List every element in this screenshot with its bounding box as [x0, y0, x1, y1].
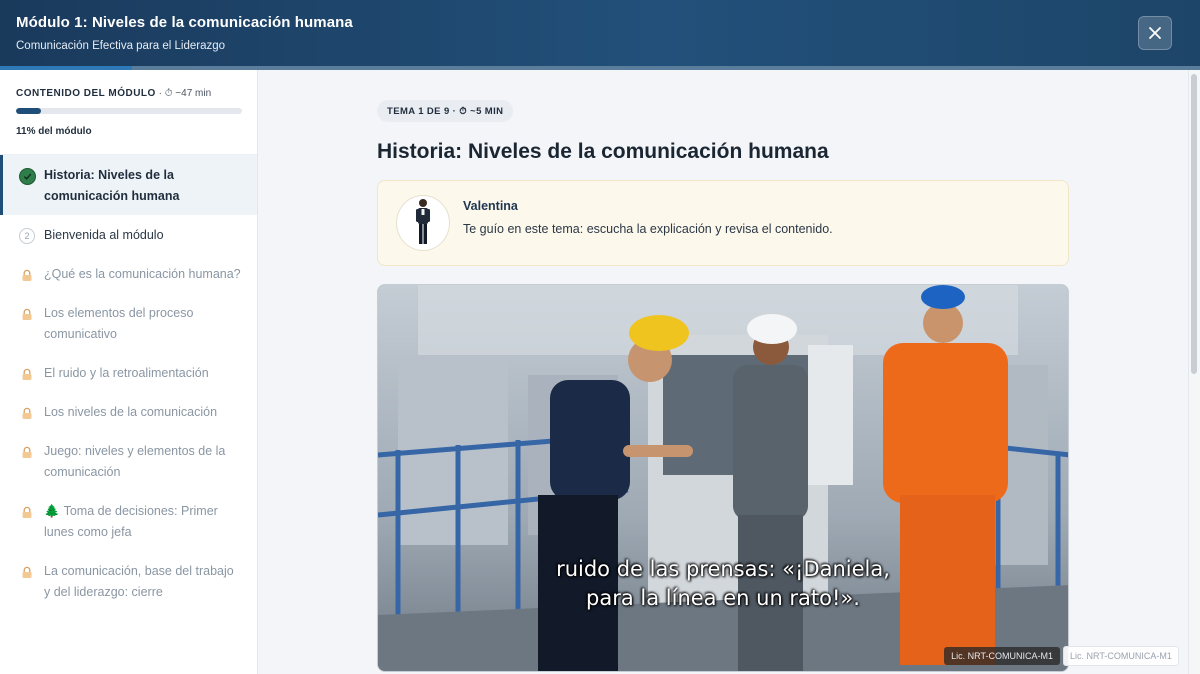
sidebar-item-historia[interactable]: Historia: Niveles de la comunicación hum… — [0, 155, 257, 215]
sidebar-item-ruido[interactable]: El ruido y la retroalimentación — [0, 353, 257, 392]
sidebar-item-label: La comunicación, base del trabajo y del … — [44, 564, 234, 599]
lock-icon — [19, 306, 35, 322]
close-button[interactable] — [1138, 16, 1172, 50]
module-header: Módulo 1: Niveles de la comunicación hum… — [0, 0, 1200, 70]
module-progress-bar — [16, 108, 242, 114]
module-progress-label: 11% del módulo — [16, 126, 92, 137]
sidebar-item-cierre[interactable]: La comunicación, base del trabajo y del … — [0, 551, 257, 611]
lock-icon — [19, 444, 35, 460]
lock-icon — [19, 366, 35, 382]
topic-title: Historia: Niveles de la comunicación hum… — [377, 140, 829, 163]
video-subtitles: ruido de las prensas: «¡Daniela, para la… — [378, 555, 1068, 613]
sidebar-item-label: Bienvenida al módulo — [44, 228, 164, 242]
license-watermark: Lic. NRT-COMUNICA-M1 — [1063, 646, 1179, 666]
tree-icon: 🌲 — [44, 504, 60, 518]
sidebar-item-label: Historia: Niveles de la comunicación hum… — [44, 168, 180, 203]
topic-content: TEMA 1 DE 9 · ⏱ ~5 MIN Historia: Niveles… — [259, 70, 1188, 674]
scrollbar-thumb[interactable] — [1191, 74, 1197, 374]
course-subtitle: Comunicación Efectiva para el Liderazgo — [16, 40, 226, 52]
lock-icon — [19, 405, 35, 421]
close-icon — [1149, 27, 1161, 39]
sidebar-item-niveles[interactable]: Los niveles de la comunicación — [0, 392, 257, 431]
guide-avatar — [396, 195, 450, 251]
module-progress-fill — [16, 108, 41, 114]
guide-message: Te guío en este tema: escucha la explica… — [463, 222, 833, 236]
subtitle-line: para la línea en un rato!». — [586, 586, 860, 610]
factory-scene-image — [378, 285, 1068, 671]
topic-counter-badge: TEMA 1 DE 9 · ⏱ ~5 MIN — [377, 100, 514, 122]
module-title: Módulo 1: Niveles de la comunicación hum… — [16, 14, 353, 31]
lock-icon — [19, 504, 35, 520]
sidebar-item-label: El ruido y la retroalimentación — [44, 366, 209, 380]
license-badge: Lic. NRT-COMUNICA-M1 — [944, 647, 1060, 665]
sidebar-item-label: Los elementos del proceso comunicativo — [44, 306, 194, 341]
story-video-player[interactable]: ruido de las prensas: «¡Daniela, para la… — [377, 284, 1069, 672]
module-duration: · ⏱ ~47 min — [155, 88, 212, 99]
sidebar-header: CONTENIDO DEL MÓDULO · ⏱ ~47 min 11% del… — [0, 70, 257, 155]
check-circle-icon — [18, 167, 36, 185]
sidebar-item-label: Toma de decisiones: Primer lunes como je… — [44, 504, 218, 539]
module-sidebar: CONTENIDO DEL MÓDULO · ⏱ ~47 min 11% del… — [0, 70, 258, 674]
sidebar-item-label: Juego: niveles y elementos de la comunic… — [44, 444, 226, 479]
sidebar-item-que-es[interactable]: ¿Qué es la comunicación humana? — [0, 254, 257, 293]
sidebar-item-bienvenida[interactable]: 2 Bienvenida al módulo — [0, 215, 257, 254]
sidebar-heading: CONTENIDO DEL MÓDULO — [16, 88, 156, 99]
lock-icon — [19, 564, 35, 580]
topic-list: Historia: Niveles de la comunicación hum… — [0, 155, 257, 611]
guide-card: Valentina Te guío en este tema: escucha … — [377, 180, 1069, 266]
number-circle-icon: 2 — [19, 228, 35, 244]
subtitle-line: ruido de las prensas: «¡Daniela, — [556, 557, 890, 581]
sidebar-item-elementos[interactable]: Los elementos del proceso comunicativo — [0, 293, 257, 353]
lock-icon — [19, 267, 35, 283]
sidebar-item-juego[interactable]: Juego: niveles y elementos de la comunic… — [0, 431, 257, 491]
sidebar-item-label: Los niveles de la comunicación — [44, 405, 218, 419]
guide-figure-icon — [416, 199, 430, 244]
sidebar-item-decisiones[interactable]: 🌲 Toma de decisiones: Primer lunes como j… — [0, 491, 257, 551]
sidebar-item-label: ¿Qué es la comunicación humana? — [44, 267, 241, 281]
guide-name: Valentina — [463, 199, 518, 213]
